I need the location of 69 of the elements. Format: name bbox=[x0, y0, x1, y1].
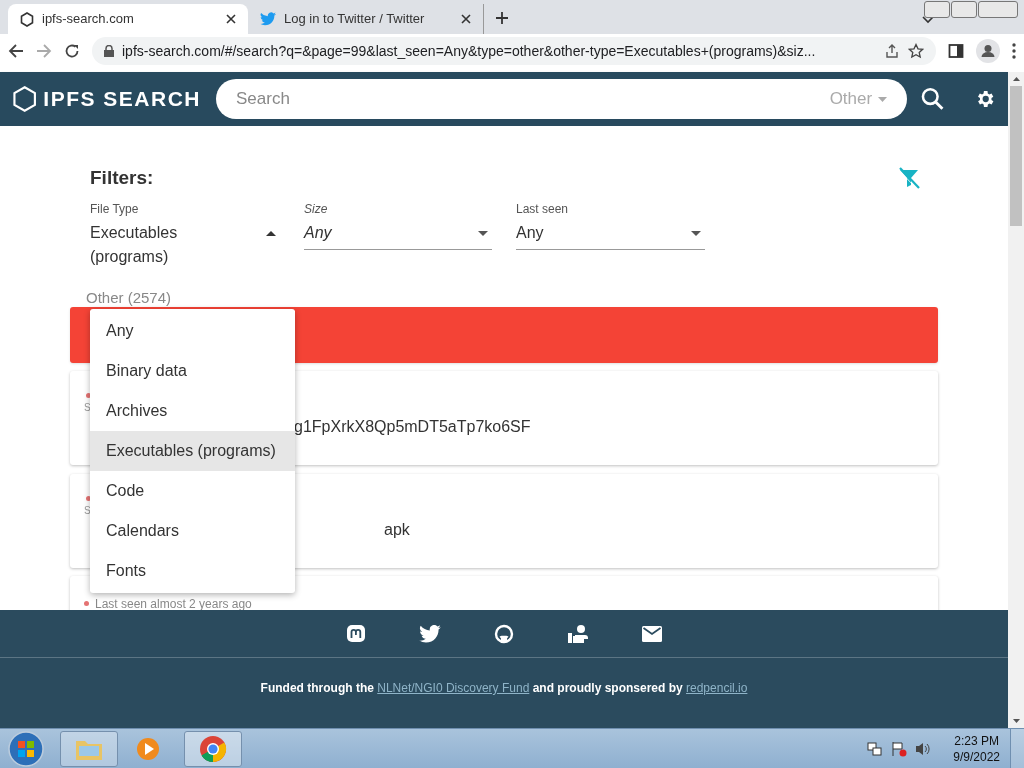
scroll-down-icon[interactable] bbox=[1012, 719, 1020, 723]
scrollbar-thumb[interactable] bbox=[1010, 86, 1022, 226]
flag-icon[interactable] bbox=[891, 740, 908, 757]
close-icon[interactable] bbox=[461, 14, 471, 24]
last-seen-text: Last seen almost 2 years ago bbox=[95, 595, 252, 610]
field-label: File Type bbox=[90, 200, 140, 217]
side-panel-icon[interactable] bbox=[948, 43, 964, 59]
dropdown-option[interactable]: Any bbox=[90, 311, 295, 351]
dropdown-option[interactable]: Binary data bbox=[90, 351, 295, 391]
play-icon bbox=[136, 735, 162, 762]
close-icon[interactable] bbox=[226, 14, 236, 24]
share-icon[interactable] bbox=[884, 43, 900, 59]
caret-icon bbox=[878, 96, 888, 102]
caret-icon bbox=[691, 230, 701, 236]
logo-text: IPFS SEARCH bbox=[43, 86, 202, 113]
restore-button[interactable] bbox=[951, 1, 977, 18]
select-field[interactable]: Any bbox=[516, 216, 705, 250]
profile-icon[interactable] bbox=[976, 39, 1000, 63]
address-bar[interactable]: ipfs-search.com/#/search?q=&page=99&last_seen=Any&type=other&other-type=Executables+(programs)&siz... bbox=[92, 37, 936, 65]
mastodon-icon[interactable] bbox=[346, 623, 366, 644]
dropdown-option[interactable]: Calendars bbox=[90, 511, 295, 551]
reload-icon[interactable] bbox=[64, 43, 80, 59]
filter-off-icon[interactable] bbox=[898, 167, 920, 190]
chrome-icon bbox=[199, 734, 227, 763]
hexagon-icon bbox=[20, 11, 34, 27]
scroll-up-icon[interactable] bbox=[1012, 77, 1020, 81]
minimize-button[interactable] bbox=[924, 1, 950, 18]
menu-icon[interactable] bbox=[1012, 43, 1016, 59]
footer-link[interactable]: NLNet/NGI0 Discovery Fund bbox=[377, 681, 530, 695]
browser-tab[interactable]: ipfs-search.com bbox=[8, 4, 248, 34]
field-label: Size bbox=[304, 200, 329, 217]
card-subtitle: S bbox=[84, 401, 91, 414]
search-icon[interactable] bbox=[921, 87, 945, 111]
funding-note: Funded through the NLNet/NGI0 Discovery Fund and proudly sponsered by redpencil.io bbox=[260, 680, 748, 697]
back-icon[interactable] bbox=[8, 43, 24, 59]
mail-icon[interactable] bbox=[642, 625, 662, 642]
clock-date[interactable]: 9/9/2022 bbox=[953, 748, 1000, 765]
card-title: apk bbox=[384, 519, 410, 540]
filters-title: Filters: bbox=[90, 166, 154, 190]
lock-icon bbox=[104, 45, 114, 57]
caret-icon bbox=[266, 230, 276, 236]
star-icon[interactable] bbox=[908, 43, 924, 59]
bird-icon bbox=[260, 12, 276, 26]
hexagon-logo-icon bbox=[12, 85, 38, 113]
donate-icon[interactable] bbox=[567, 623, 589, 644]
close-button[interactable] bbox=[978, 1, 1018, 18]
card-title: g1FpXrkX8Qp5mDT5aTp7ko6SF bbox=[294, 416, 531, 437]
field-label: Last seen bbox=[516, 200, 570, 217]
select-field[interactable]: Any bbox=[304, 216, 492, 250]
tab-title: Log in to Twitter / Twitter bbox=[284, 10, 426, 29]
footer-link[interactable]: redpencil.io bbox=[686, 681, 748, 695]
twitter-icon[interactable] bbox=[419, 624, 441, 643]
clock-time[interactable]: 2:23 PM bbox=[954, 732, 999, 749]
select-field[interactable]: Executables (programs) bbox=[90, 216, 280, 273]
speaker-icon[interactable] bbox=[915, 740, 932, 757]
start-button[interactable] bbox=[6, 729, 46, 768]
dropdown-option[interactable]: Executables (programs) bbox=[90, 431, 295, 471]
network-icon[interactable] bbox=[867, 740, 884, 757]
dropdown-option[interactable]: Fonts bbox=[90, 551, 295, 591]
dropdown-option[interactable]: Code bbox=[90, 471, 295, 511]
result-count: Other (2574) bbox=[86, 288, 173, 307]
dropdown-option[interactable]: Archives bbox=[90, 391, 295, 431]
caret-icon bbox=[478, 230, 488, 236]
chrome-taskbar-button[interactable] bbox=[184, 730, 242, 767]
tab-title: ipfs-search.com bbox=[42, 10, 135, 29]
github-icon[interactable] bbox=[494, 623, 514, 644]
new-tab-icon[interactable] bbox=[496, 12, 508, 24]
url-text: ipfs-search.com/#/search?q=&page=99&last_seen=Any&type=other&other-type=Executables+(programs)&siz... bbox=[122, 41, 817, 61]
card-subtitle: S bbox=[84, 504, 91, 517]
